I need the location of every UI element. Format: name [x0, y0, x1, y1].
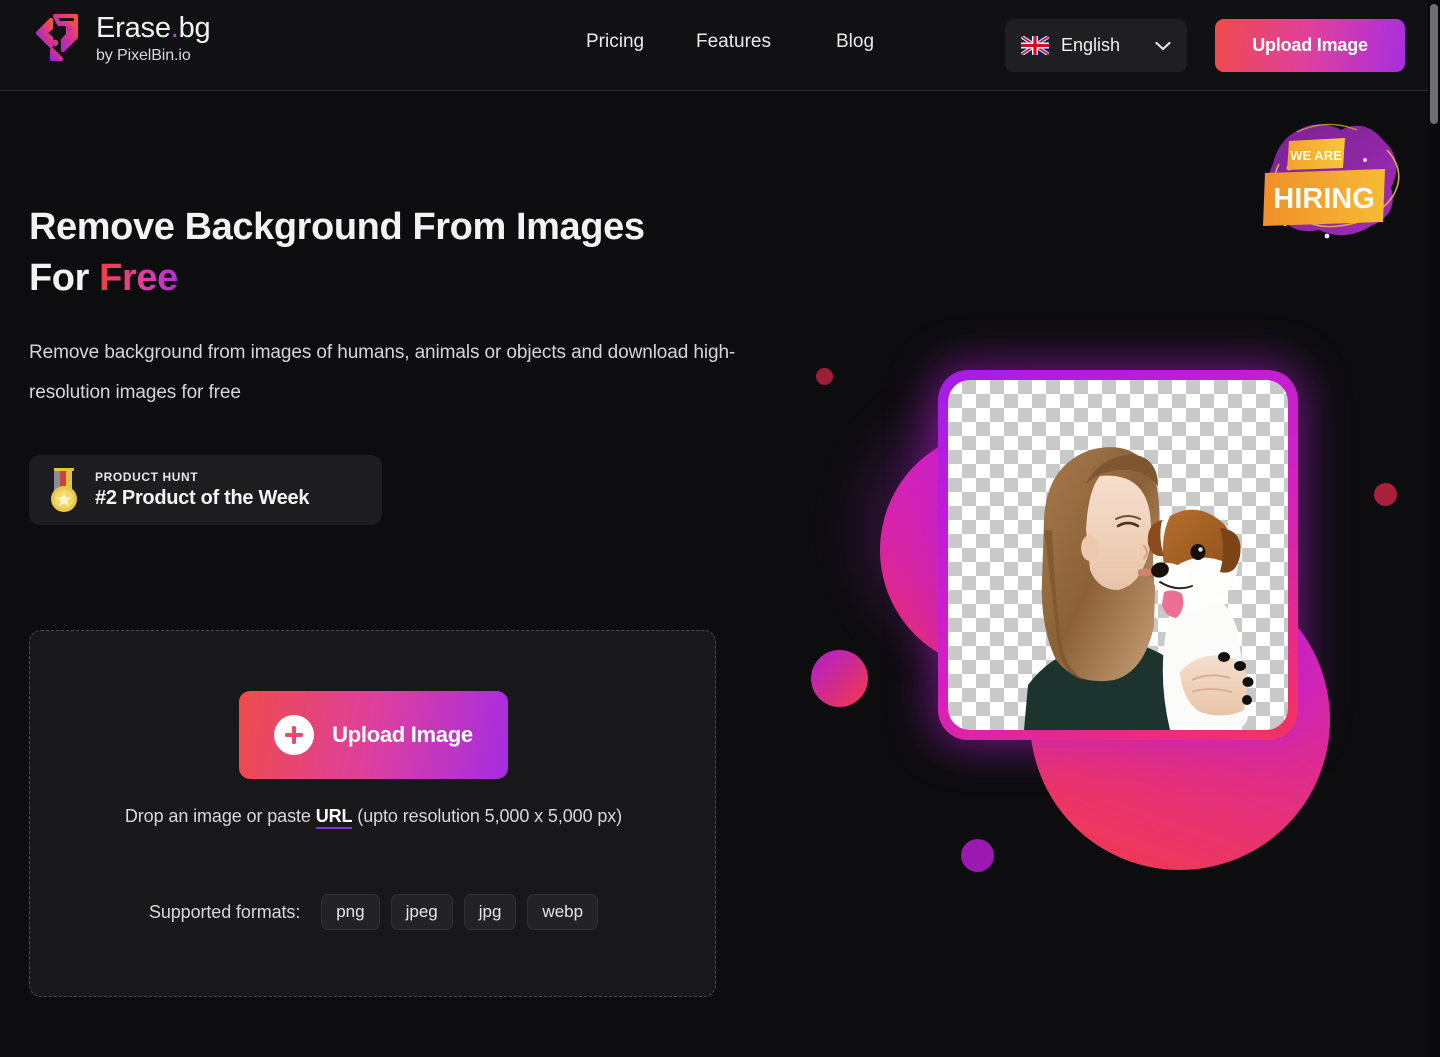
- checkerboard-background: [948, 380, 1288, 730]
- site-logo[interactable]: Erase.bg by PixelBin.io: [30, 12, 210, 66]
- page-scrollbar-thumb[interactable]: [1430, 4, 1438, 124]
- decorative-dot-crimson-top-left: [816, 368, 833, 385]
- we-are-hiring-badge[interactable]: WE ARE HIRING: [1253, 112, 1413, 244]
- paste-url-link[interactable]: URL: [316, 806, 353, 829]
- language-selector[interactable]: English: [1005, 19, 1187, 72]
- logo-dot: .: [171, 12, 179, 44]
- supported-formats-label: Supported formats:: [149, 902, 300, 923]
- dropzone-hint: Drop an image or paste URL (upto resolut…: [70, 796, 677, 837]
- chevron-down-icon: [1155, 41, 1171, 51]
- nav-item-blog[interactable]: Blog: [836, 31, 926, 53]
- hero-artwork: [790, 330, 1410, 890]
- nav-item-pricing[interactable]: Pricing: [586, 31, 696, 53]
- language-label: English: [1061, 35, 1143, 56]
- product-hunt-title: #2 Product of the Week: [95, 487, 309, 510]
- hiring-badge-icon: WE ARE HIRING: [1253, 112, 1413, 244]
- supported-formats-row: Supported formats: png jpeg jpg webp: [70, 894, 677, 930]
- hiring-line2-text: HIRING: [1273, 183, 1375, 215]
- cutout-subject-image: [948, 380, 1288, 730]
- hiring-line1-text: WE ARE: [1290, 148, 1342, 163]
- logo-text: Erase.bg by PixelBin.io: [96, 14, 210, 64]
- plus-icon: [274, 715, 314, 755]
- format-chip-webp: webp: [527, 894, 598, 930]
- header-upload-image-button[interactable]: Upload Image: [1215, 19, 1405, 72]
- dropzone-hint-suffix: (upto resolution 5,000 x 5,000 px): [352, 806, 622, 826]
- decorative-dot-gradient-left: [811, 650, 868, 707]
- upload-dropzone[interactable]: Upload Image Drop an image or paste URL …: [29, 630, 716, 997]
- format-chip-jpg: jpg: [464, 894, 517, 930]
- site-header: Erase.bg by PixelBin.io Pricing Features…: [0, 0, 1440, 91]
- dropzone-hint-prefix: Drop an image or paste: [125, 806, 316, 826]
- logo-byline: by PixelBin.io: [96, 48, 210, 64]
- upload-image-button[interactable]: Upload Image: [239, 691, 508, 779]
- product-hunt-eyebrow: PRODUCT HUNT: [95, 470, 309, 484]
- medal-icon: [47, 467, 81, 513]
- uk-flag-icon: [1021, 36, 1049, 55]
- page-root: Erase.bg by PixelBin.io Pricing Features…: [0, 0, 1440, 1057]
- decorative-dot-crimson-right: [1374, 483, 1397, 506]
- erasebg-logo-icon: [30, 12, 84, 66]
- main-nav: Pricing Features Blog: [586, 31, 926, 53]
- hero-subtitle: Remove background from images of humans,…: [29, 333, 749, 413]
- nav-item-features[interactable]: Features: [696, 31, 836, 53]
- upload-image-button-label: Upload Image: [332, 722, 473, 748]
- logo-title: Erase.bg: [96, 14, 210, 43]
- format-chip-jpeg: jpeg: [391, 894, 453, 930]
- header-top-strip: [0, 0, 1428, 3]
- hero-title-accent: Free: [99, 257, 178, 299]
- product-hunt-text: PRODUCT HUNT #2 Product of the Week: [95, 470, 309, 510]
- logo-suffix: bg: [179, 12, 211, 44]
- page-scrollbar-track[interactable]: [1428, 0, 1440, 1057]
- logo-name: Erase: [96, 12, 171, 44]
- format-chip-png: png: [321, 894, 379, 930]
- decorative-dot-purple-bottom: [961, 839, 994, 872]
- hero-title-line1: Remove Background From Images: [29, 206, 645, 248]
- hero-title-line2-prefix: For: [29, 257, 99, 299]
- product-hunt-badge[interactable]: PRODUCT HUNT #2 Product of the Week: [29, 455, 382, 525]
- transparent-preview-frame: [938, 370, 1298, 740]
- page-title: Remove Background From Images For Free: [29, 202, 645, 304]
